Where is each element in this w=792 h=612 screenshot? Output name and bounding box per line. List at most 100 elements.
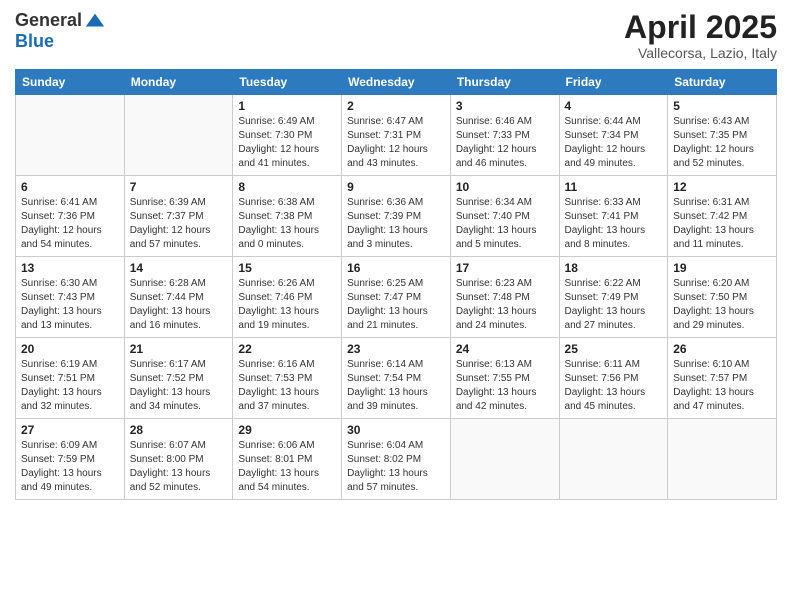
day-info: Sunrise: 6:23 AM Sunset: 7:48 PM Dayligh… [456,277,554,333]
day-number: 29 [238,423,336,437]
calendar-cell: 18Sunrise: 6:22 AM Sunset: 7:49 PM Dayli… [559,257,668,338]
calendar-cell [124,95,233,176]
calendar-cell [16,95,125,176]
day-number: 22 [238,342,336,356]
day-info: Sunrise: 6:33 AM Sunset: 7:41 PM Dayligh… [565,196,663,252]
day-info: Sunrise: 6:09 AM Sunset: 7:59 PM Dayligh… [21,439,119,495]
day-number: 4 [565,99,663,113]
day-number: 27 [21,423,119,437]
title-block: April 2025 Vallecorsa, Lazio, Italy [624,10,777,61]
day-info: Sunrise: 6:10 AM Sunset: 7:57 PM Dayligh… [673,358,771,414]
day-number: 21 [130,342,228,356]
day-info: Sunrise: 6:36 AM Sunset: 7:39 PM Dayligh… [347,196,445,252]
calendar-cell: 5 Sunrise: 6:43 AM Sunset: 7:35 PM Daylig… [668,95,777,176]
calendar-table: SundayMondayTuesdayWednesdayThursdayFrid… [15,69,777,500]
calendar-week-row: 20 Sunrise: 6:19 AM Sunset: 7:51 PM Dayli… [16,338,777,419]
location-title: Vallecorsa, Lazio, Italy [624,45,777,61]
calendar-cell: 10Sunrise: 6:34 AM Sunset: 7:40 PM Dayli… [450,176,559,257]
calendar-cell: 24Sunrise: 6:13 AM Sunset: 7:55 PM Dayli… [450,338,559,419]
calendar-header-row: SundayMondayTuesdayWednesdayThursdayFrid… [16,70,777,95]
day-number: 7 [130,180,228,194]
calendar-week-row: 13 Sunrise: 6:30 AM Sunset: 7:43 PM Dayli… [16,257,777,338]
day-info: Sunrise: 6:28 AM Sunset: 7:44 PM Dayligh… [130,277,228,333]
day-info: Sunrise: 6:04 AM Sunset: 8:02 PM Dayligh… [347,439,445,495]
day-number: 13 [21,261,119,275]
weekday-header: Sunday [16,70,125,95]
calendar-cell: 26Sunrise: 6:10 AM Sunset: 7:57 PM Dayli… [668,338,777,419]
calendar-cell: 21 Sunrise: 6:17 AM Sunset: 7:52 PM Dayli… [124,338,233,419]
calendar-cell: 23 Sunrise: 6:14 AM Sunset: 7:54 PM Dayli… [342,338,451,419]
day-info: Sunrise: 6:13 AM Sunset: 7:55 PM Dayligh… [456,358,554,414]
calendar-cell: 30 Sunrise: 6:04 AM Sunset: 8:02 PM Dayli… [342,419,451,500]
weekday-header: Thursday [450,70,559,95]
calendar-cell [450,419,559,500]
day-info: Sunrise: 6:43 AM Sunset: 7:35 PM Dayligh… [673,115,771,171]
calendar-cell: 3 Sunrise: 6:46 AM Sunset: 7:33 PM Daylig… [450,95,559,176]
calendar-cell: 22 Sunrise: 6:16 AM Sunset: 7:53 PM Dayli… [233,338,342,419]
day-number: 25 [565,342,663,356]
day-info: Sunrise: 6:25 AM Sunset: 7:47 PM Dayligh… [347,277,445,333]
day-info: Sunrise: 6:44 AM Sunset: 7:34 PM Dayligh… [565,115,663,171]
weekday-header: Tuesday [233,70,342,95]
logo-general-text: General [15,11,82,31]
day-number: 9 [347,180,445,194]
calendar-cell: 29 Sunrise: 6:06 AM Sunset: 8:01 PM Dayli… [233,419,342,500]
day-info: Sunrise: 6:31 AM Sunset: 7:42 PM Dayligh… [673,196,771,252]
calendar-week-row: 1Sunrise: 6:49 AM Sunset: 7:30 PM Daylig… [16,95,777,176]
day-number: 11 [565,180,663,194]
day-number: 30 [347,423,445,437]
day-info: Sunrise: 6:30 AM Sunset: 7:43 PM Dayligh… [21,277,119,333]
day-number: 8 [238,180,336,194]
day-number: 16 [347,261,445,275]
calendar-cell: 16 Sunrise: 6:25 AM Sunset: 7:47 PM Dayli… [342,257,451,338]
day-number: 15 [238,261,336,275]
day-info: Sunrise: 6:19 AM Sunset: 7:51 PM Dayligh… [21,358,119,414]
page: General Blue April 2025 Vallecorsa, Lazi… [0,0,792,612]
calendar-cell: 25 Sunrise: 6:11 AM Sunset: 7:56 PM Dayli… [559,338,668,419]
calendar-cell: 8 Sunrise: 6:38 AM Sunset: 7:38 PM Daylig… [233,176,342,257]
calendar-week-row: 6 Sunrise: 6:41 AM Sunset: 7:36 PM Daylig… [16,176,777,257]
month-title: April 2025 [624,10,777,45]
calendar-cell: 15Sunrise: 6:26 AM Sunset: 7:46 PM Dayli… [233,257,342,338]
day-number: 3 [456,99,554,113]
calendar-week-row: 27 Sunrise: 6:09 AM Sunset: 7:59 PM Dayli… [16,419,777,500]
day-number: 14 [130,261,228,275]
day-info: Sunrise: 6:46 AM Sunset: 7:33 PM Dayligh… [456,115,554,171]
day-info: Sunrise: 6:41 AM Sunset: 7:36 PM Dayligh… [21,196,119,252]
day-info: Sunrise: 6:20 AM Sunset: 7:50 PM Dayligh… [673,277,771,333]
calendar-cell: 27 Sunrise: 6:09 AM Sunset: 7:59 PM Dayli… [16,419,125,500]
day-info: Sunrise: 6:17 AM Sunset: 7:52 PM Dayligh… [130,358,228,414]
day-info: Sunrise: 6:16 AM Sunset: 7:53 PM Dayligh… [238,358,336,414]
day-info: Sunrise: 6:07 AM Sunset: 8:00 PM Dayligh… [130,439,228,495]
day-info: Sunrise: 6:14 AM Sunset: 7:54 PM Dayligh… [347,358,445,414]
logo-icon [84,10,106,32]
logo-blue-text: Blue [15,31,54,51]
day-number: 17 [456,261,554,275]
day-number: 12 [673,180,771,194]
day-info: Sunrise: 6:06 AM Sunset: 8:01 PM Dayligh… [238,439,336,495]
header: General Blue April 2025 Vallecorsa, Lazi… [15,10,777,61]
day-number: 1 [238,99,336,113]
day-number: 23 [347,342,445,356]
day-info: Sunrise: 6:11 AM Sunset: 7:56 PM Dayligh… [565,358,663,414]
calendar-cell: 11 Sunrise: 6:33 AM Sunset: 7:41 PM Dayli… [559,176,668,257]
day-number: 6 [21,180,119,194]
day-info: Sunrise: 6:39 AM Sunset: 7:37 PM Dayligh… [130,196,228,252]
calendar-cell [559,419,668,500]
day-number: 2 [347,99,445,113]
weekday-header: Wednesday [342,70,451,95]
calendar-cell: 20 Sunrise: 6:19 AM Sunset: 7:51 PM Dayli… [16,338,125,419]
weekday-header: Friday [559,70,668,95]
day-number: 10 [456,180,554,194]
logo: General Blue [15,10,106,52]
day-number: 20 [21,342,119,356]
day-number: 18 [565,261,663,275]
day-number: 5 [673,99,771,113]
calendar-cell: 14 Sunrise: 6:28 AM Sunset: 7:44 PM Dayli… [124,257,233,338]
day-number: 28 [130,423,228,437]
day-info: Sunrise: 6:38 AM Sunset: 7:38 PM Dayligh… [238,196,336,252]
calendar-cell: 9 Sunrise: 6:36 AM Sunset: 7:39 PM Daylig… [342,176,451,257]
calendar-cell: 6 Sunrise: 6:41 AM Sunset: 7:36 PM Daylig… [16,176,125,257]
calendar-cell: 7 Sunrise: 6:39 AM Sunset: 7:37 PM Daylig… [124,176,233,257]
calendar-cell: 17 Sunrise: 6:23 AM Sunset: 7:48 PM Dayli… [450,257,559,338]
